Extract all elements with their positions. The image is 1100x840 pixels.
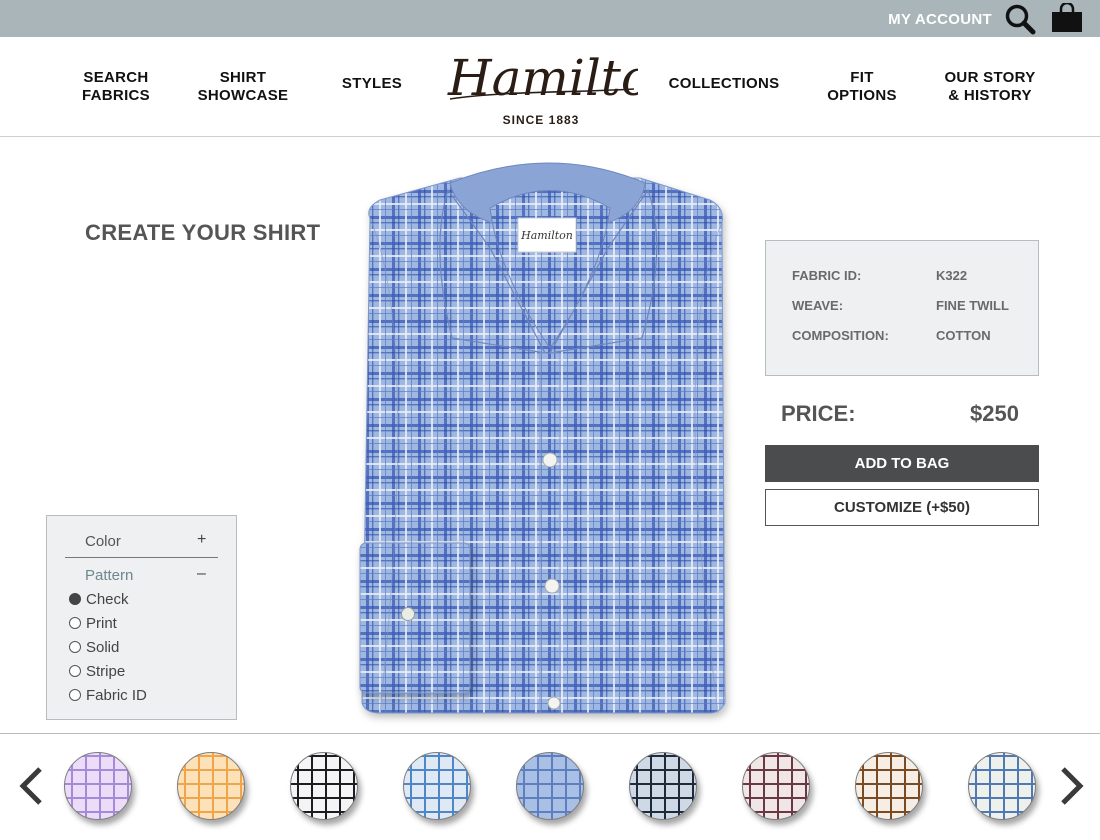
nav-collections[interactable]: COLLECTIONS	[668, 75, 780, 93]
composition-value: COTTON	[936, 328, 991, 343]
pattern-option-print[interactable]: Print	[69, 615, 117, 632]
nav-label-line: SHOWCASE	[197, 87, 289, 104]
expand-icon[interactable]: +	[197, 531, 206, 549]
weave-row: WEAVE: FINE TWILL	[792, 298, 1009, 313]
utility-bar: MY ACCOUNT	[0, 0, 1100, 37]
page-title: CREATE YOUR SHIRT	[85, 220, 321, 245]
my-account-link[interactable]: MY ACCOUNT	[888, 11, 992, 28]
fabric-swatch-brown-check[interactable]	[855, 752, 923, 820]
pattern-option-solid[interactable]: Solid	[69, 639, 119, 656]
radio-icon	[69, 617, 81, 629]
weave-value: FINE TWILL	[936, 298, 1009, 313]
nav-fit-options[interactable]: FIT OPTIONS	[822, 69, 902, 105]
option-label: Solid	[86, 639, 120, 656]
main-nav: SEARCH FABRICS SHIRT SHOWCASE STYLES Ham…	[0, 37, 1100, 137]
add-to-bag-button[interactable]: ADD TO BAG	[765, 445, 1039, 482]
option-label: Check	[86, 591, 129, 608]
weave-label: WEAVE:	[792, 298, 844, 313]
fabric-swatch-lavender-check[interactable]	[64, 752, 132, 820]
option-label: Stripe	[86, 663, 126, 680]
price-value: $250	[970, 401, 1019, 426]
chevron-left-icon[interactable]	[16, 766, 46, 806]
fabric-swatch-blue-gingham[interactable]	[403, 752, 471, 820]
fabric-swatch-black-gingham[interactable]	[290, 752, 358, 820]
radio-selected-icon	[69, 593, 81, 605]
nav-styles[interactable]: STYLES	[336, 75, 408, 93]
collapse-icon[interactable]: –	[197, 565, 206, 583]
pattern-option-stripe[interactable]: Stripe	[69, 663, 125, 680]
collar-label: Hamilton	[520, 229, 573, 242]
nav-label-line: FABRICS	[82, 87, 150, 104]
nav-shirt-showcase[interactable]: SHIRT SHOWCASE	[195, 69, 291, 105]
radio-icon	[69, 665, 81, 677]
hamilton-logo[interactable]: Hamilton SINCE 1883	[444, 41, 683, 127]
pattern-option-check[interactable]: Check	[69, 591, 129, 608]
fabric-id-value: K322	[936, 268, 968, 283]
filter-pattern-header[interactable]: Pattern	[85, 567, 133, 584]
nav-label-line: OUR STORY	[944, 69, 1036, 86]
logo-wordmark: Hamilton	[447, 49, 683, 107]
nav-label-line: SEARCH	[83, 69, 149, 86]
fabric-details: FABRIC ID: K322 WEAVE: FINE TWILL COMPOS…	[765, 240, 1039, 376]
shirt-image: Hamilton	[359, 162, 726, 714]
option-label: Print	[86, 615, 117, 632]
radio-icon	[69, 689, 81, 701]
chevron-right-icon[interactable]	[1057, 766, 1087, 806]
customize-button[interactable]: CUSTOMIZE (+$50)	[765, 489, 1039, 526]
price-label: PRICE:	[781, 401, 856, 426]
nav-label-line: FIT	[850, 69, 874, 86]
radio-icon	[69, 641, 81, 653]
fabric-carousel	[0, 733, 1100, 840]
shopping-bag-icon[interactable]	[1050, 3, 1084, 33]
fabric-swatch-orange-check[interactable]	[177, 752, 245, 820]
fabric-swatch-burgundy-check[interactable]	[742, 752, 810, 820]
filter-panel: Color + Pattern – Check Print Solid Stri…	[46, 515, 237, 720]
nav-label-line: & HISTORY	[948, 87, 1032, 104]
nav-label-line: SHIRT	[219, 69, 267, 86]
pattern-option-fabric-id[interactable]: Fabric ID	[69, 687, 147, 704]
fabric-id-label: FABRIC ID:	[792, 268, 862, 283]
composition-label: COMPOSITION:	[792, 328, 889, 343]
logo-wordmark-text: Hamilton	[447, 49, 638, 107]
nav-our-story[interactable]: OUR STORY & HISTORY	[940, 69, 1040, 105]
filter-divider	[65, 557, 218, 558]
nav-search-fabrics[interactable]: SEARCH FABRICS	[78, 69, 154, 105]
filter-color-header[interactable]: Color	[85, 533, 121, 550]
logo-since-text: SINCE 1883	[502, 113, 580, 127]
search-icon[interactable]	[1004, 3, 1036, 35]
fabric-swatch-blue-plaid[interactable]	[516, 752, 584, 820]
composition-row: COMPOSITION: COTTON	[792, 328, 991, 343]
nav-label-line: OPTIONS	[827, 87, 897, 104]
fabric-id-row: FABRIC ID: K322	[792, 268, 967, 283]
option-label: Fabric ID	[86, 687, 147, 704]
fabric-swatch-navy-check[interactable]	[629, 752, 697, 820]
fabric-swatch-tan-blue-check[interactable]	[968, 752, 1036, 820]
